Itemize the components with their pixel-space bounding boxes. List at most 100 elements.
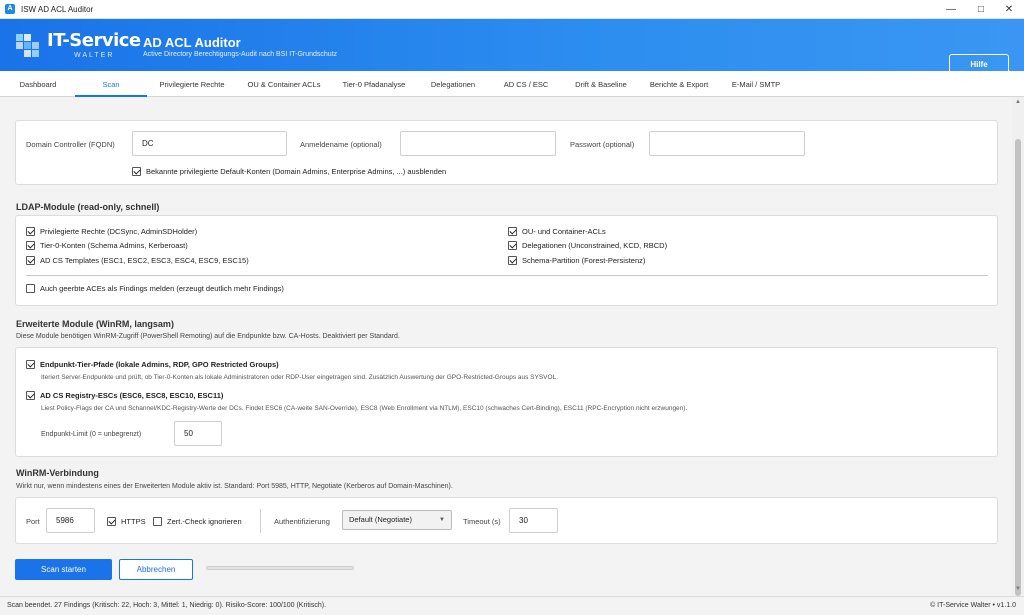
checkbox-box[interactable] [508, 256, 517, 265]
checkbox-label: Tier-0-Konten (Schema Admins, Kerberoast… [40, 241, 188, 250]
checkbox-box[interactable] [26, 256, 35, 265]
app-title: AD ACL Auditor [143, 35, 241, 50]
tab-privilegierte-rechte[interactable]: Privilegierte Rechte [150, 71, 234, 97]
chevron-down-icon: ▼ [439, 517, 445, 523]
port-input[interactable]: 5986 [46, 508, 95, 533]
inherited-aces-checkbox[interactable]: Auch geerbte ACEs als Findings melden (e… [26, 284, 284, 293]
endpoint-tier-paths-desc: Iteriert Server-Endpunkte und prüft, ob … [41, 374, 558, 381]
checkbox-label: AD CS Registry-ESCs (ESC6, ESC8, ESC10, … [40, 391, 224, 400]
username-input[interactable] [400, 131, 556, 156]
tab-bar: Dashboard Scan Privilegierte Rechte OU &… [0, 71, 1024, 97]
status-text: Scan beendet. 27 Findings (Kritisch: 22,… [7, 602, 327, 609]
ldap-divider [26, 275, 988, 276]
adcs-registry-escs-desc: Liest Policy-Flags der CA und Schannel/K… [41, 405, 688, 412]
logo-text: IT-Service [47, 30, 141, 51]
hide-defaults-checkbox[interactable]: Bekannte privilegierte Default-Konten (D… [132, 167, 446, 176]
app-icon: A [5, 4, 15, 14]
checkbox-label: HTTPS [121, 517, 146, 526]
scroll-up-icon[interactable]: ▲ [1012, 99, 1024, 105]
checkbox-label: Endpunkt-Tier-Pfade (lokale Admins, RDP,… [40, 360, 279, 369]
winrm-section-title: WinRM-Verbindung [16, 468, 99, 478]
scan-page: Domain Controller (FQDN) DC Anmeldename … [0, 97, 1012, 596]
ldap-privilegierte-rechte-checkbox[interactable]: Privilegierte Rechte (DCSync, AdminSDHol… [26, 227, 197, 236]
timeout-input[interactable]: 30 [509, 508, 558, 533]
tab-tier0-pfadanalyse[interactable]: Tier-0 Pfadanalyse [334, 71, 414, 97]
ldap-adcs-templates-checkbox[interactable]: AD CS Templates (ESC1, ESC2, ESC3, ESC4,… [26, 256, 249, 265]
checkbox-label: Privilegierte Rechte (DCSync, AdminSDHol… [40, 227, 198, 236]
tab-drift-baseline[interactable]: Drift & Baseline [564, 71, 638, 97]
checkbox-box[interactable] [26, 391, 35, 400]
app-header: IT-Service WALTER AD ACL Auditor Active … [0, 19, 1024, 76]
scrollbar-thumb[interactable] [1015, 139, 1021, 596]
close-icon[interactable]: ✕ [994, 0, 1024, 19]
checkbox-box[interactable] [26, 360, 35, 369]
password-input[interactable] [649, 131, 805, 156]
app-subtitle: Active Directory Berechtigungs-Audit nac… [143, 51, 338, 58]
timeout-label: Timeout (s) [463, 517, 501, 526]
extended-section-desc: Diese Module benötigen WinRM-Zugriff (Po… [16, 333, 400, 340]
company-logo: IT-Service WALTER [14, 28, 141, 64]
hide-defaults-label: Bekannte privilegierte Default-Konten (D… [146, 167, 447, 176]
winrm-separator [260, 509, 261, 533]
checkbox-box[interactable] [132, 167, 141, 176]
endpoint-tier-paths-checkbox[interactable]: Endpunkt-Tier-Pfade (lokale Admins, RDP,… [26, 360, 279, 369]
tab-berichte-export[interactable]: Berichte & Export [642, 71, 716, 97]
port-label: Port [26, 517, 40, 526]
checkbox-label: Delegationen (Unconstrained, KCD, RBCD) [522, 241, 668, 250]
checkbox-label: Schema-Partition (Forest-Persistenz) [522, 256, 646, 265]
scroll-down-icon[interactable]: ▼ [1012, 586, 1024, 592]
checkbox-label: Auch geerbte ACEs als Findings melden (e… [40, 284, 284, 293]
checkbox-box[interactable] [26, 227, 35, 236]
cancel-button[interactable]: Abbrechen [119, 559, 193, 580]
ldap-tier0-checkbox[interactable]: Tier-0-Konten (Schema Admins, Kerberoast… [26, 241, 188, 250]
auth-select[interactable]: Default (Negotiate) ▼ [342, 510, 452, 530]
ignore-cert-check-checkbox[interactable]: Zert.-Check ignorieren [153, 517, 242, 526]
checkbox-box[interactable] [508, 227, 517, 236]
auth-select-value: Default (Negotiate) [349, 515, 412, 524]
endpoint-limit-input[interactable]: 50 [174, 421, 222, 446]
checkbox-box[interactable] [153, 517, 162, 526]
tab-ou-container-acls[interactable]: OU & Container ACLs [238, 71, 330, 97]
tab-dashboard[interactable]: Dashboard [5, 71, 71, 97]
dc-label: Domain Controller (FQDN) [26, 140, 115, 149]
window-title: ISW AD ACL Auditor [21, 4, 94, 14]
checkbox-label: OU- und Container-ACLs [522, 227, 606, 236]
checkbox-box[interactable] [26, 284, 35, 293]
maximize-icon[interactable]: □ [966, 0, 996, 19]
tab-ad-cs-esc[interactable]: AD CS / ESC [492, 71, 560, 97]
extended-card: Endpunkt-Tier-Pfade (lokale Admins, RDP,… [15, 347, 998, 457]
copyright-version: © IT-Service Walter • v1.1.0 [930, 602, 1016, 609]
tab-email-smtp[interactable]: E-Mail / SMTP [720, 71, 792, 97]
ldap-card: Privilegierte Rechte (DCSync, AdminSDHol… [15, 215, 998, 306]
password-label: Passwort (optional) [570, 140, 635, 149]
ldap-schema-partition-checkbox[interactable]: Schema-Partition (Forest-Persistenz) [508, 256, 645, 265]
https-checkbox[interactable]: HTTPS [107, 517, 146, 526]
ldap-ou-acls-checkbox[interactable]: OU- und Container-ACLs [508, 227, 606, 236]
endpoint-limit-label: Endpunkt-Limit (0 = unbegrenzt) [41, 431, 142, 438]
connection-card: Domain Controller (FQDN) DC Anmeldename … [15, 120, 998, 185]
username-label: Anmeldename (optional) [300, 140, 382, 149]
start-scan-button[interactable]: Scan starten [15, 559, 112, 580]
minimize-icon[interactable]: — [936, 0, 966, 19]
dc-input[interactable]: DC [132, 131, 287, 156]
scan-progress-bar [206, 566, 354, 570]
logo-subtext: WALTER [74, 52, 115, 59]
vertical-scrollbar[interactable]: ▲ ▼ [1012, 97, 1024, 596]
winrm-section-desc: Wirkt nur, wenn mindestens eines der Erw… [16, 483, 453, 490]
extended-section-title: Erweiterte Module (WinRM, langsam) [16, 319, 174, 329]
checkbox-box[interactable] [107, 517, 116, 526]
ldap-delegationen-checkbox[interactable]: Delegationen (Unconstrained, KCD, RBCD) [508, 241, 667, 250]
checkbox-label: Zert.-Check ignorieren [167, 517, 242, 526]
auth-label: Authentifizierung [274, 517, 330, 526]
window-titlebar: A ISW AD ACL Auditor — □ ✕ [0, 0, 1024, 19]
checkbox-box[interactable] [508, 241, 517, 250]
logo-mark-icon [16, 34, 39, 57]
checkbox-label: AD CS Templates (ESC1, ESC2, ESC3, ESC4,… [40, 256, 249, 265]
adcs-registry-escs-checkbox[interactable]: AD CS Registry-ESCs (ESC6, ESC8, ESC10, … [26, 391, 223, 400]
tab-delegationen[interactable]: Delegationen [418, 71, 488, 97]
status-bar: Scan beendet. 27 Findings (Kritisch: 22,… [0, 596, 1024, 615]
tab-scan[interactable]: Scan [75, 71, 147, 97]
ldap-section-title: LDAP-Module (read-only, schnell) [16, 202, 160, 212]
checkbox-box[interactable] [26, 241, 35, 250]
winrm-card: Port 5986 HTTPS Zert.-Check ignorieren A… [15, 497, 998, 544]
